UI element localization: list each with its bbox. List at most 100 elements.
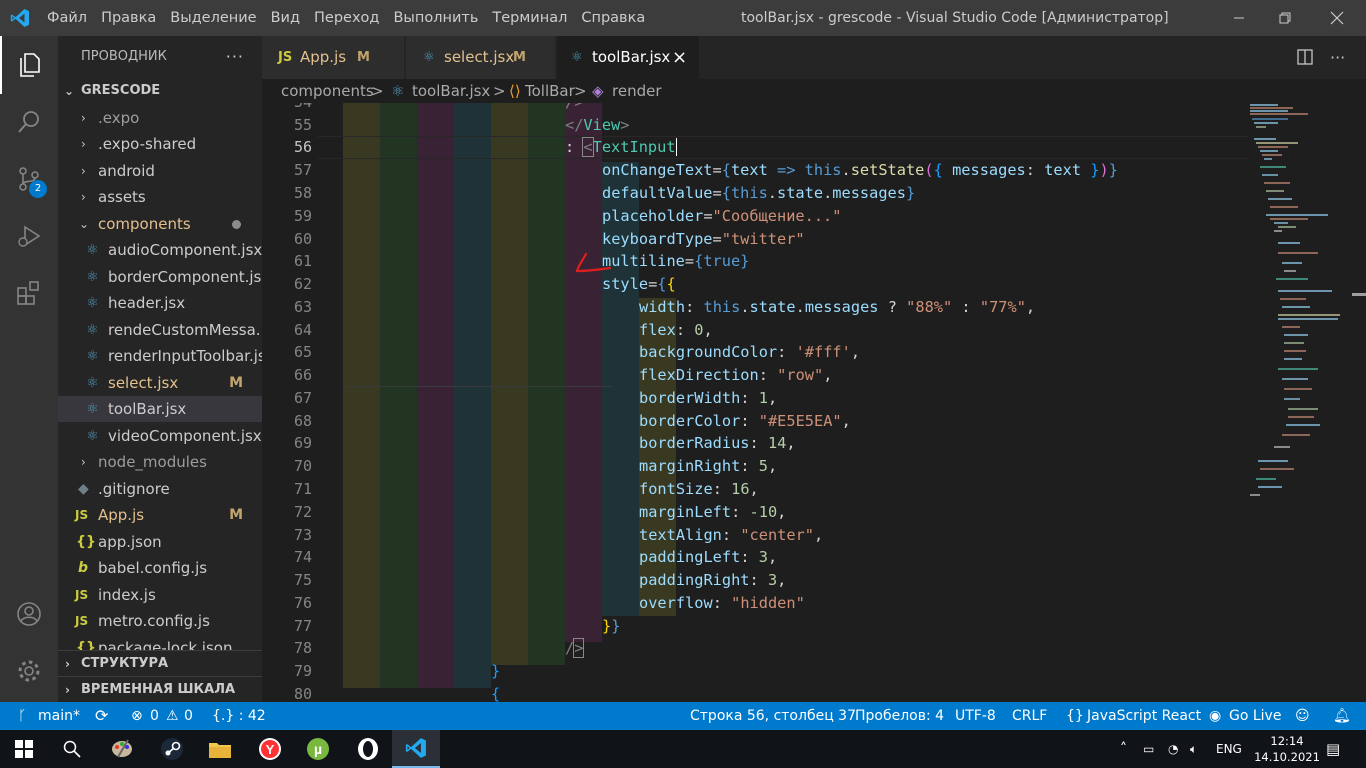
search-taskbar-button[interactable] [48, 730, 96, 768]
line-number: 63 [293, 297, 312, 316]
js-file-icon: JS [75, 614, 89, 628]
volume-icon[interactable]: 🔈︎ [1190, 730, 1197, 768]
tree-item[interactable]: JS App.js M [58, 502, 262, 528]
breadcrumb-separator: > [574, 82, 587, 100]
battery-icon[interactable]: ▭ [1143, 730, 1154, 768]
breadcrumb-class[interactable]: TollBar [525, 79, 575, 103]
menu-file[interactable]: Файл [40, 0, 94, 36]
breadcrumb-folder[interactable]: components [281, 79, 374, 103]
menu-go[interactable]: Переход [307, 0, 386, 36]
tree-item[interactable]: JS metro.config.js [58, 608, 262, 634]
encoding-status[interactable]: UTF-8 [955, 702, 996, 730]
tree-item[interactable]: ⚛ borderComponent.jsx [58, 264, 262, 290]
tree-item[interactable]: › .expo [58, 105, 262, 131]
menu-bar: Файл Правка Выделение Вид Переход Выполн… [40, 0, 652, 36]
react-icon: ⚛ [86, 295, 99, 311]
outline-panel-header[interactable]: › СТРУКТУРА [58, 650, 262, 676]
code-line: textAlign: "center", [639, 525, 824, 544]
utorrent-icon: µ [307, 738, 329, 760]
chevron-right-icon: › [81, 110, 86, 125]
vscode-app-button[interactable] [392, 730, 440, 768]
warning-count[interactable]: 0 [184, 702, 193, 730]
restore-button[interactable] [1262, 0, 1308, 36]
tree-item[interactable]: › .expo-shared [58, 131, 262, 157]
status-bar: ᚴ main* ⟳ ⊗ 0 ⚠ 0 {.} : 42 Строка 56, ст… [0, 702, 1366, 730]
tree-item[interactable]: › assets [58, 184, 262, 210]
feedback-icon[interactable]: ☺ [1295, 702, 1310, 730]
tree-item[interactable]: › node_modules [58, 449, 262, 475]
paint-app-button[interactable] [98, 730, 146, 768]
explorer-app-button[interactable] [196, 730, 244, 768]
selection-status[interactable]: {.} : 42 [212, 702, 266, 730]
breadcrumb-method[interactable]: render [612, 79, 662, 103]
tree-item[interactable]: {} app.json [58, 529, 262, 555]
root-folder[interactable]: ⌄ GRESCODE [58, 78, 262, 104]
code-editor[interactable]: 54 55 56 57 58 59 60 61 62 63 64 65 66 6… [262, 103, 1366, 702]
minimize-button[interactable] [1216, 0, 1262, 36]
yandex-browser-button[interactable]: Y [246, 730, 294, 768]
react-icon: ⚛ [86, 242, 99, 258]
explorer-activity-button[interactable] [0, 36, 58, 94]
go-live-button[interactable]: Go Live [1229, 702, 1281, 730]
editor-more-actions-button[interactable]: ··· [1330, 36, 1345, 79]
react-icon: ⚛ [86, 348, 99, 364]
start-button[interactable] [0, 730, 48, 768]
tree-item[interactable]: ⚛ header.jsx [58, 290, 262, 316]
error-count[interactable]: 0 [150, 702, 159, 730]
extensions-activity-button[interactable] [0, 264, 58, 322]
tree-item[interactable]: ⚛ audioComponent.jsx [58, 237, 262, 263]
source-control-activity-button[interactable]: 2 [0, 150, 58, 208]
steam-app-button[interactable] [148, 730, 196, 768]
cursor-position[interactable]: Строка 56, столбец 37 [690, 702, 856, 730]
tree-item[interactable]: ◆ .gitignore [58, 476, 262, 502]
tree-item[interactable]: ⚛ select.jsx M [58, 370, 262, 396]
breadcrumb-file[interactable]: toolBar.jsx [412, 79, 490, 103]
indentation-status[interactable]: Пробелов: 4 [855, 702, 944, 730]
accounts-activity-button[interactable] [0, 585, 58, 643]
wifi-icon[interactable]: ◔ [1168, 730, 1178, 768]
action-center-icon[interactable]: ▤ [1326, 730, 1340, 768]
eol-status[interactable]: CRLF [1012, 702, 1047, 730]
line-number: 78 [293, 639, 312, 657]
minimap[interactable] [1248, 103, 1348, 702]
scrollbar-thumb[interactable] [1352, 293, 1366, 296]
tab-select-jsx[interactable]: ⚛ select.jsx M [406, 36, 556, 79]
sync-icon[interactable]: ⟳ [95, 702, 108, 730]
tree-item[interactable]: b babel.config.js [58, 555, 262, 581]
menu-edit[interactable]: Правка [94, 0, 163, 36]
tree-item[interactable]: ⚛ videoComponent.jsx [58, 423, 262, 449]
menu-terminal[interactable]: Терминал [485, 0, 574, 36]
branch-status[interactable]: main* [38, 702, 80, 730]
tab-close-button[interactable]: × [672, 36, 687, 79]
run-debug-activity-button[interactable] [0, 207, 58, 265]
clock[interactable]: 12:14 14.10.2021 [1252, 733, 1322, 765]
menu-view[interactable]: Вид [264, 0, 307, 36]
vertical-scrollbar[interactable] [1352, 103, 1366, 702]
menu-run[interactable]: Выполнить [386, 0, 485, 36]
tree-item[interactable]: {} package-lock.json [58, 635, 262, 650]
close-window-button[interactable] [1314, 0, 1360, 36]
tree-item[interactable]: ⚛ renderInputToolbar.jsx [58, 343, 262, 369]
language-indicator[interactable]: ENG [1216, 730, 1242, 768]
tree-item[interactable]: ⚛ rendeCustomMessa... [58, 317, 262, 343]
manage-activity-button[interactable] [0, 642, 58, 700]
more-actions-button[interactable]: ··· [226, 36, 244, 78]
search-activity-button[interactable] [0, 93, 58, 151]
code-line: multiline={true} [602, 252, 750, 270]
language-mode[interactable]: JavaScript React [1087, 702, 1201, 730]
tab-app-js[interactable]: JS App.js M [262, 36, 405, 79]
utorrent-app-button[interactable]: µ [294, 730, 342, 768]
menu-selection[interactable]: Выделение [163, 0, 263, 36]
tab-toolbar-jsx[interactable]: ⚛ toolBar.jsx × [557, 36, 700, 79]
tree-item[interactable]: ⌄ components [58, 211, 262, 237]
line-number: 65 [293, 343, 312, 361]
tree-item-selected[interactable]: ⚛ toolBar.jsx [58, 396, 262, 422]
chevron-right-icon: › [65, 657, 70, 671]
timeline-panel-header[interactable]: › ВРЕМЕННАЯ ШКАЛА [58, 676, 262, 702]
split-editor-button[interactable] [1297, 36, 1313, 79]
tree-item[interactable]: JS index.js [58, 582, 262, 608]
notifications-icon[interactable]: 🔔︎ [1333, 702, 1351, 730]
opera-app-button[interactable] [344, 730, 392, 768]
tree-item[interactable]: › android [58, 158, 262, 184]
show-hidden-icons-button[interactable]: ˄ [1120, 730, 1127, 768]
